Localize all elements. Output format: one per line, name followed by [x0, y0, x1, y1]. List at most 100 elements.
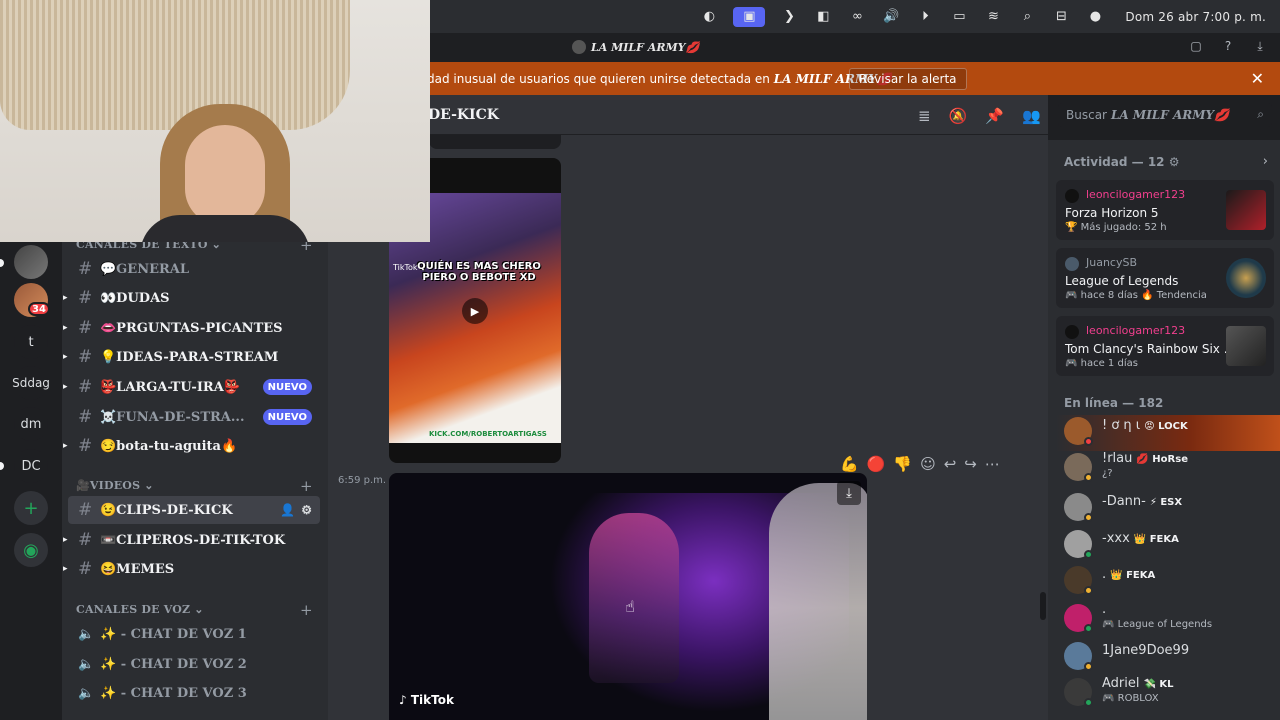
channel-general[interactable]: # 💬GENERAL	[68, 255, 320, 283]
add-channel-icon[interactable]: +	[300, 477, 313, 495]
download-icon[interactable]: ⤓	[837, 481, 861, 505]
channel-memes[interactable]: ▸ # 😆MEMES	[63, 555, 320, 583]
channel-clips-de-kick[interactable]: # 😉CLIPS-DE-KICK 👤 ⚙	[68, 496, 320, 524]
add-channel-icon[interactable]: +	[300, 601, 313, 619]
tiktok-label: TikTok	[410, 693, 454, 707]
channel-name: 📼CLIPEROS-DE-TIK-TOK	[100, 532, 286, 548]
help-icon[interactable]: ?	[1220, 38, 1236, 54]
channel-preguntas-picantes[interactable]: ▸ # 👄PRGUNTAS-PICANTES	[63, 314, 320, 342]
thumbs-down-reaction-icon[interactable]: 👎	[893, 455, 912, 473]
more-icon[interactable]: ⋯	[985, 455, 1000, 473]
activity-card[interactable]: leoncilogamer123 Tom Clancy's Rainbow Si…	[1056, 316, 1274, 376]
member-item[interactable]: -Dann- ⚡ ESX	[1056, 491, 1280, 527]
volume-icon[interactable]: 🔊	[881, 9, 901, 25]
channel-bota-tu-aguita[interactable]: ▸ # 😏bota-tu-aguita🔥	[63, 432, 320, 460]
status-dot	[1084, 586, 1093, 595]
download-icon[interactable]: ⤓	[1252, 38, 1268, 54]
avatar	[1065, 257, 1079, 271]
member-name: . 👑 FEKA	[1102, 567, 1155, 582]
server-avatar[interactable]	[14, 245, 48, 279]
activity-card[interactable]: JuancySB League of Legends 🎮 hace 8 días…	[1056, 248, 1274, 308]
video-embed-2[interactable]: ♪ TikTok ⤓ ☝	[389, 473, 867, 720]
screen: ◐ ▣ ❯ ◧ ∞ 🔊 ⏵ ▭ ≋ ⌕ ⊟ ● Dom 26 abr 7:00 …	[0, 0, 1280, 720]
reply-icon[interactable]: ↩	[944, 455, 957, 473]
add-reaction-icon[interactable]: ☺	[920, 455, 936, 473]
server-item-dm[interactable]: dm	[14, 407, 48, 441]
search-input[interactable]: Buscar 𝑳𝑨 𝑴𝑰𝑳𝑭 𝑨𝑹𝑴𝒀💋 ⌕	[1058, 103, 1272, 127]
server-item-t[interactable]: t	[14, 325, 48, 359]
voice-channel-3[interactable]: 🔈 ✨ - CHAT DE VOZ 3	[68, 679, 320, 707]
video-caption: QUIÉN ES MAS CHERO PIERO O BEBOTE XD	[417, 261, 541, 283]
member-item[interactable]: 1Jane9Doe99	[1056, 640, 1280, 676]
channel-name: 👺LARGA-TU-IRA👺	[100, 379, 240, 395]
member-item[interactable]: -xxx 👑 FEKA	[1056, 528, 1280, 564]
threads-icon[interactable]: ≣	[918, 107, 931, 125]
category-label: 🎥VIDEOS	[76, 479, 141, 492]
member-tag: 😡 LOCK	[1144, 421, 1188, 432]
member-item[interactable]: . 👑 FEKA	[1056, 564, 1280, 600]
channel-larga-tu-ira[interactable]: ▸ # 👺LARGA-TU-IRA👺 NUEVO	[63, 373, 320, 401]
unread-dot-icon: ▸	[63, 293, 68, 303]
member-status-text: 🎮 League of Legends	[1102, 619, 1213, 630]
chevron-right-icon[interactable]: ›	[1263, 154, 1268, 169]
server-item-sddag[interactable]: Sddag	[12, 366, 50, 400]
speaker-icon: 🔈	[78, 685, 95, 701]
member-item[interactable]: ! ơ η ɩ 😡 LOCK	[1056, 415, 1280, 451]
server-item-dc[interactable]: DC	[14, 449, 48, 483]
webcam-overlay	[0, 0, 430, 242]
member-item[interactable]: Adriel 💸 KL 🎮 ROBLOX	[1056, 676, 1280, 712]
review-alert-button[interactable]: Revisar la alerta	[849, 68, 967, 90]
forward-icon[interactable]: ❯	[779, 9, 799, 25]
menubar-clock[interactable]: Dom 26 abr 7:00 p. m.	[1125, 10, 1266, 24]
video-frame	[769, 483, 867, 720]
creative-cloud-icon[interactable]: ∞	[847, 9, 867, 25]
discover-icon[interactable]: ◉	[14, 533, 48, 567]
member-name-text: -xxx	[1102, 531, 1130, 546]
member-name-text: .	[1102, 602, 1107, 617]
close-icon[interactable]: ✕	[1251, 69, 1264, 88]
thumbs-up-reaction-icon[interactable]: 💪	[840, 455, 859, 473]
control-center-icon[interactable]: ⊟	[1051, 9, 1071, 25]
voice-channel-2[interactable]: 🔈 ✨ - CHAT DE VOZ 2	[68, 650, 320, 678]
voice-channel-1[interactable]: 🔈 ✨ - CHAT DE VOZ 1	[68, 620, 320, 648]
member-status-text: ¿?	[1102, 468, 1113, 479]
mute-bell-icon[interactable]: 🔕	[949, 107, 968, 125]
forward-icon[interactable]: ↪	[964, 455, 977, 473]
member-item[interactable]: !rlau 💋 HoRse ¿?	[1056, 451, 1280, 487]
scrollbar-thumb[interactable]	[1040, 592, 1046, 620]
channel-ideas-para-stream[interactable]: ▸ # 💡IDEAS-PARA-STREAM	[63, 343, 320, 371]
battery-icon[interactable]: ▭	[949, 9, 969, 25]
channel-dudas[interactable]: ▸ # 👀DUDAS	[63, 284, 320, 312]
gear-icon[interactable]: ⚙	[301, 503, 312, 517]
invite-icon[interactable]: 👤	[280, 503, 295, 517]
siri-icon[interactable]: ●	[1085, 9, 1105, 25]
screen-mirror-icon[interactable]: ▣	[733, 6, 766, 27]
category-voice-channels[interactable]: CANALES DE VOZ ⌄ +	[76, 601, 313, 619]
reaction-icon[interactable]: 🔴	[867, 455, 886, 473]
screen-share-icon[interactable]: ◐	[699, 9, 719, 25]
member-status-text: 🎮 ROBLOX	[1102, 693, 1159, 704]
spotlight-search-icon[interactable]: ⌕	[1017, 9, 1037, 25]
pin-icon[interactable]: 📌	[985, 107, 1004, 125]
member-item[interactable]: . 🎮 League of Legends	[1056, 602, 1280, 638]
video-link-text: KICK.COM/ROBERTOARTIGASS	[429, 430, 547, 438]
activity-card[interactable]: leoncilogamer123 Forza Horizon 5 🏆 Más j…	[1056, 180, 1274, 240]
category-videos[interactable]: 🎥VIDEOS ⌄ +	[76, 477, 313, 495]
inbox-icon[interactable]: ▢	[1188, 38, 1204, 54]
hash-icon: #	[78, 318, 93, 338]
channel-name: 😆MEMES	[100, 561, 175, 577]
channel-cliperos-de-tik-tok[interactable]: ▸ # 📼CLIPEROS-DE-TIK-TOK	[63, 526, 320, 554]
channel-funa-de-stra[interactable]: # ☠️FUNA-DE-STRA... NUEVO	[68, 403, 320, 431]
play-icon[interactable]: ⏵	[915, 9, 935, 25]
unread-dot-icon: ▸	[63, 323, 68, 333]
wifi-icon[interactable]: ≋	[983, 9, 1003, 25]
play-icon[interactable]: ▶	[462, 298, 488, 324]
member-name: -xxx 👑 FEKA	[1102, 531, 1179, 546]
member-name-text: 1Jane9Doe99	[1102, 643, 1190, 658]
app-icon[interactable]: ◧	[813, 9, 833, 25]
members-list-icon[interactable]: 👥	[1022, 107, 1041, 125]
status-dot	[1084, 437, 1093, 446]
add-server-icon[interactable]: +	[14, 491, 48, 525]
channel-title: DE-KICK	[428, 106, 499, 123]
unread-dot-icon: ▸	[63, 352, 68, 362]
